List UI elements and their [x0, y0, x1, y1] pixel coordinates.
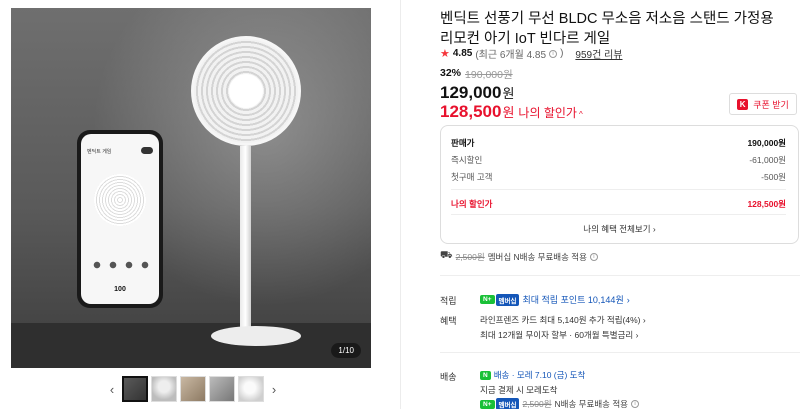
section-divider [440, 275, 800, 276]
card-benefit-text: 라인프렌즈 카드 최대 5,140원 추가 적립(4%) [480, 315, 641, 325]
delivery-fee-strike: 2,500원 [522, 399, 552, 409]
my-price-unit: 원 [502, 105, 515, 120]
thumbnail-1[interactable] [122, 376, 148, 402]
thumbnail-2[interactable] [151, 376, 177, 402]
card-benefit[interactable]: 라인프렌즈 카드 최대 5,140원 추가 적립(4%) › [480, 314, 646, 326]
thumbnail-4[interactable] [209, 376, 235, 402]
shipping-text: 멤버십 N배송 무료배송 적용 [487, 251, 587, 262]
breakdown-divider [451, 189, 786, 190]
rating-value: 4.85 [452, 48, 473, 59]
view-all-benefits-link[interactable]: 나의 혜택 전체보기 › [441, 223, 798, 235]
phone-app-title: 벤딕트 게임 [87, 149, 112, 155]
phone-mode-buttons [89, 260, 151, 270]
naver-plus-badge: N+ [480, 295, 495, 304]
thumbnail-5[interactable] [238, 376, 264, 402]
points-label: 적립 [440, 296, 457, 306]
rating-recent: (최근 6개월 4.85 [475, 50, 547, 61]
naver-delivery-badge: N [480, 370, 491, 380]
my-discount-price[interactable]: 128,500 원 나의 할인가 ^ [440, 102, 583, 122]
installment-benefit[interactable]: 최대 12개월 무이자 할부 · 60개월 특별금리 › [480, 329, 638, 341]
installment-benefit-text: 최대 12개월 무이자 할부 · 60개월 특별금리 [480, 330, 634, 340]
view-all-benefits-label: 나의 혜택 전체보기 [583, 224, 651, 234]
review-count-link[interactable]: 959건 리뷰 [575, 46, 622, 61]
breakdown-value: -61,000원 [749, 155, 786, 165]
breakdown-label: 첫구매 고객 [451, 172, 493, 182]
coupon-label: 쿠폰 받기 [753, 99, 789, 110]
shipping-summary: ⛟ 2,500원 멤버십 N배송 무료배송 적용 i [440, 250, 598, 263]
panel-divider [400, 0, 401, 409]
delivery-fee: N+ 멤버십 2,500원 N배송 무료배송 적용 i [480, 398, 639, 409]
chevron-up-icon: ^ [578, 110, 583, 119]
thumb-next-icon[interactable]: › [267, 382, 281, 397]
breakdown-value: 128,500원 [747, 199, 786, 209]
product-main-image[interactable]: 벤딕트 게임 100 1/10 [11, 8, 371, 368]
discount-row: 32% 190,000원 [440, 67, 513, 82]
breakdown-label: 판매가 [451, 138, 475, 148]
star-icon: ★ [440, 48, 450, 60]
chevron-right-icon: › [626, 294, 630, 305]
my-price-value: 128,500 [440, 102, 502, 121]
points-text[interactable]: 최대 적립 포인트 10,144원 [522, 293, 623, 306]
delivery-note: 지금 결제 시 모레도착 [480, 385, 558, 395]
section-divider [440, 352, 800, 353]
rating-close-paren: ) [560, 48, 564, 59]
info-icon[interactable]: i [630, 400, 639, 408]
fan-hub [229, 74, 263, 108]
fan-pole [240, 146, 251, 336]
breakdown-my-price: 나의 할인가 128,500원 [451, 198, 786, 210]
thumbnail-strip: ‹ › [105, 376, 281, 402]
phone-screen: 벤딕트 게임 100 [81, 134, 159, 304]
price-breakdown-box: 판매가 190,000원 즉시할인 -61,000원 첫구매 고객 -500원 … [440, 125, 799, 244]
fan-base [211, 326, 301, 346]
breakdown-value: 190,000원 [747, 138, 786, 148]
discount-rate: 32% [440, 67, 462, 79]
sale-price-value: 129,000 [440, 83, 502, 102]
delivery-eta: N 배송 · 모레 7.10 (금) 도착 [480, 369, 585, 381]
membership-badge: 멤버십 [495, 293, 520, 306]
breakdown-label: 즉시할인 [451, 155, 483, 165]
shipping-fee-strike: 2,500원 [455, 251, 485, 262]
truck-icon: ⛟ [440, 250, 453, 261]
delivery-eta-text: 배송 · 모레 7.10 (금) 도착 [493, 370, 586, 380]
product-title: 벤딕트 선풍기 무선 BLDC 무소음 저소음 스탠드 가정용 리모컨 아기 I… [440, 11, 774, 47]
coupon-button[interactable]: K 쿠폰 받기 [729, 93, 797, 115]
thumbnail-3[interactable] [180, 376, 206, 402]
phone-speed-value: 100 [114, 286, 126, 293]
coupon-icon: K [737, 98, 749, 110]
breakdown-instant-discount: 즉시할인 -61,000원 [451, 154, 786, 166]
phone-fan-graphic [94, 174, 146, 226]
info-icon[interactable]: i [549, 49, 558, 58]
sale-price: 129,000 원 [440, 83, 514, 103]
naver-plus-badge: N+ [480, 399, 495, 409]
membership-badge: 멤버십 [495, 398, 520, 409]
original-price: 190,000원 [465, 69, 513, 81]
phone-toggle [141, 147, 153, 154]
image-pager: 1/10 [331, 343, 361, 358]
my-price-label: 나의 할인가 [518, 106, 577, 120]
rating-row: ★ 4.85 (최근 6개월 4.85 i) 959건 리뷰 [440, 46, 622, 61]
breakdown-first-purchase: 첫구매 고객 -500원 [451, 171, 786, 183]
delivery-label: 배송 [440, 372, 457, 382]
breakdown-label: 나의 할인가 [451, 199, 493, 209]
breakdown-sale-price: 판매가 190,000원 [451, 137, 786, 149]
phone-mockup: 벤딕트 게임 100 [77, 130, 163, 308]
breakdown-divider [451, 214, 786, 215]
sale-price-unit: 원 [502, 86, 515, 101]
benefit-label: 혜택 [440, 316, 457, 326]
delivery-fee-text: N배송 무료배송 적용 [554, 399, 628, 409]
floor [11, 323, 371, 368]
breakdown-value: -500원 [761, 172, 786, 182]
thumb-prev-icon[interactable]: ‹ [105, 382, 119, 397]
info-icon[interactable]: i [589, 252, 598, 261]
points-value: N+ 멤버십 최대 적립 포인트 10,144원 › [480, 293, 630, 306]
